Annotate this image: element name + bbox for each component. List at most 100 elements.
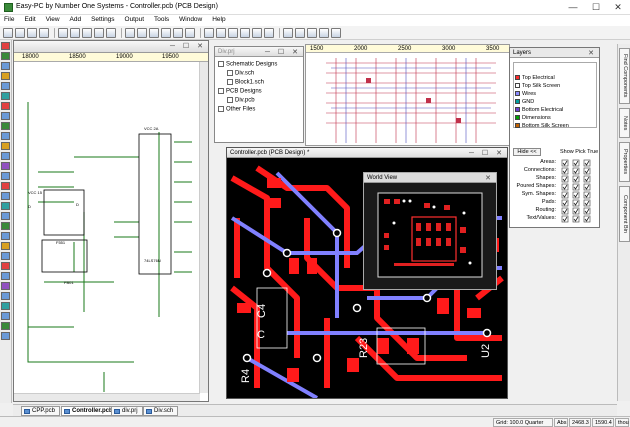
menu-help[interactable]: Help (208, 15, 229, 24)
net-icon[interactable] (1, 262, 10, 270)
add-shape-icon[interactable] (1, 82, 10, 90)
visibility-checkbox[interactable] (561, 215, 569, 223)
zoom-out-icon[interactable] (228, 27, 238, 38)
menu-add[interactable]: Add (66, 15, 86, 24)
rotate-icon[interactable] (1, 202, 10, 210)
notes-tab[interactable]: Notes (619, 108, 630, 138)
copy-icon[interactable] (70, 27, 80, 38)
visibility-checkbox[interactable] (583, 167, 591, 175)
3d-view-icon[interactable] (283, 27, 293, 38)
layer-row[interactable]: Dimensions (515, 115, 551, 121)
visibility-checkbox[interactable] (561, 191, 569, 199)
world-view-title[interactable]: World View ✕ (364, 173, 496, 183)
layer-row[interactable]: Top Electrical (515, 75, 555, 81)
add-pad-icon[interactable] (1, 102, 10, 110)
maximize-button[interactable]: ☐ (585, 1, 607, 13)
unit-status[interactable]: thou (615, 418, 629, 427)
label-icon[interactable] (1, 292, 10, 300)
menu-tools[interactable]: Tools (150, 15, 173, 24)
move-icon[interactable] (1, 192, 10, 200)
hide-button[interactable]: Hide << (513, 148, 541, 156)
save-icon[interactable] (27, 27, 37, 38)
tree-other-files[interactable]: Other Files (218, 106, 255, 113)
zoom-window-icon[interactable] (252, 27, 262, 38)
window-controls[interactable]: ─ ☐ ✕ (170, 42, 206, 52)
visibility-checkbox[interactable] (583, 183, 591, 191)
visibility-checkbox[interactable] (561, 167, 569, 175)
tree-schematic-designs[interactable]: Schematic Designs (218, 61, 277, 68)
menu-output[interactable]: Output (121, 15, 149, 24)
schematic-horizontal-scrollbar[interactable] (14, 393, 200, 401)
layer-icon[interactable] (161, 27, 171, 38)
add-polygon-icon[interactable] (1, 162, 10, 170)
schematic-canvas[interactable]: D D VCC 2A VCC 15 F551 74LS76N FB01 (14, 62, 200, 400)
visibility-checkbox[interactable] (561, 199, 569, 207)
doc-tab-div-sch[interactable]: Div.sch (143, 406, 179, 416)
doc-tab-cpp-pcb[interactable]: CPP.pcb (21, 406, 60, 416)
close-icon[interactable]: ✕ (588, 49, 597, 59)
visibility-checkbox-grid[interactable] (560, 159, 598, 223)
menu-settings[interactable]: Settings (87, 15, 119, 24)
properties-tab[interactable]: Properties (619, 142, 630, 182)
add-arc-icon[interactable] (1, 142, 10, 150)
report-icon[interactable] (185, 27, 195, 38)
mirror-icon[interactable] (1, 212, 10, 220)
visibility-checkbox[interactable] (572, 215, 580, 223)
visibility-checkbox[interactable] (583, 215, 591, 223)
schematic-window-title[interactable]: ─ ☐ ✕ (14, 41, 208, 53)
add-via-icon[interactable] (1, 72, 10, 80)
visibility-checkbox[interactable] (583, 159, 591, 167)
find-components-tab[interactable]: Find Components (619, 48, 630, 104)
visibility-checkbox[interactable] (583, 207, 591, 215)
close-button[interactable]: ✕ (607, 1, 629, 13)
abs-status[interactable]: Abs (554, 418, 568, 427)
redo-icon[interactable] (106, 27, 116, 38)
tree-div-pcb[interactable]: Div.pcb (227, 97, 255, 104)
zoom-in-icon[interactable] (216, 27, 226, 38)
pin-icon[interactable] (1, 272, 10, 280)
bus-icon[interactable] (1, 282, 10, 290)
pcb-window-title[interactable]: Controller.pcb (PCB Design) * ─ ☐ ✕ (227, 148, 507, 158)
visibility-checkbox[interactable] (572, 191, 580, 199)
window-controls[interactable]: ─ ☐ ✕ (265, 48, 301, 58)
undo-icon[interactable] (94, 27, 104, 38)
zoom-fit-icon[interactable] (240, 27, 250, 38)
route-icon[interactable] (307, 27, 317, 38)
layer-row[interactable]: Bottom Silk Screen (515, 123, 569, 129)
grid-icon[interactable] (149, 27, 159, 38)
add-track-icon[interactable] (1, 62, 10, 70)
swap-icon[interactable] (1, 242, 10, 250)
menu-edit[interactable]: Edit (20, 15, 39, 24)
split-icon[interactable] (1, 182, 10, 190)
open-icon[interactable] (15, 27, 25, 38)
menu-window[interactable]: Window (175, 15, 206, 24)
grid-status[interactable]: Grid: 100.0 Quarter (493, 418, 553, 427)
close-icon[interactable]: ✕ (485, 174, 494, 184)
pour-icon[interactable] (319, 27, 329, 38)
ground-icon[interactable] (1, 312, 10, 320)
visibility-checkbox[interactable] (572, 207, 580, 215)
visibility-checkbox[interactable] (561, 183, 569, 191)
doc-tab-controller-pcb[interactable]: Controller.pcb (61, 406, 118, 416)
tree-block1-sch[interactable]: Block1.sch (227, 79, 264, 86)
pointer-icon[interactable] (1, 42, 10, 50)
measure-icon[interactable] (1, 132, 10, 140)
pcb-background-window[interactable]: 1500 2000 2500 3000 3500 (305, 44, 510, 146)
paste-icon[interactable] (82, 27, 92, 38)
schematic-vertical-scrollbar[interactable] (199, 62, 208, 393)
redraw-icon[interactable] (264, 27, 274, 38)
menu-view[interactable]: View (42, 15, 64, 24)
drc-icon[interactable] (331, 27, 341, 38)
project-window-title[interactable]: Div.prj ─ ☐ ✕ (215, 47, 303, 57)
doc-tab-div-prj[interactable]: div.prj (111, 406, 143, 416)
tree-pcb-designs[interactable]: PCB Designs (218, 88, 262, 95)
print-icon[interactable] (39, 27, 49, 38)
add-line-icon[interactable] (1, 172, 10, 180)
group-icon[interactable] (1, 232, 10, 240)
add-component-icon[interactable] (1, 52, 10, 60)
layers-panel-title[interactable]: Layers ✕ (510, 48, 599, 58)
design-rules-icon[interactable] (173, 27, 183, 38)
properties-icon[interactable] (137, 27, 147, 38)
visibility-checkbox[interactable] (561, 175, 569, 183)
component-bin-tab[interactable]: Component Bin (619, 186, 630, 242)
